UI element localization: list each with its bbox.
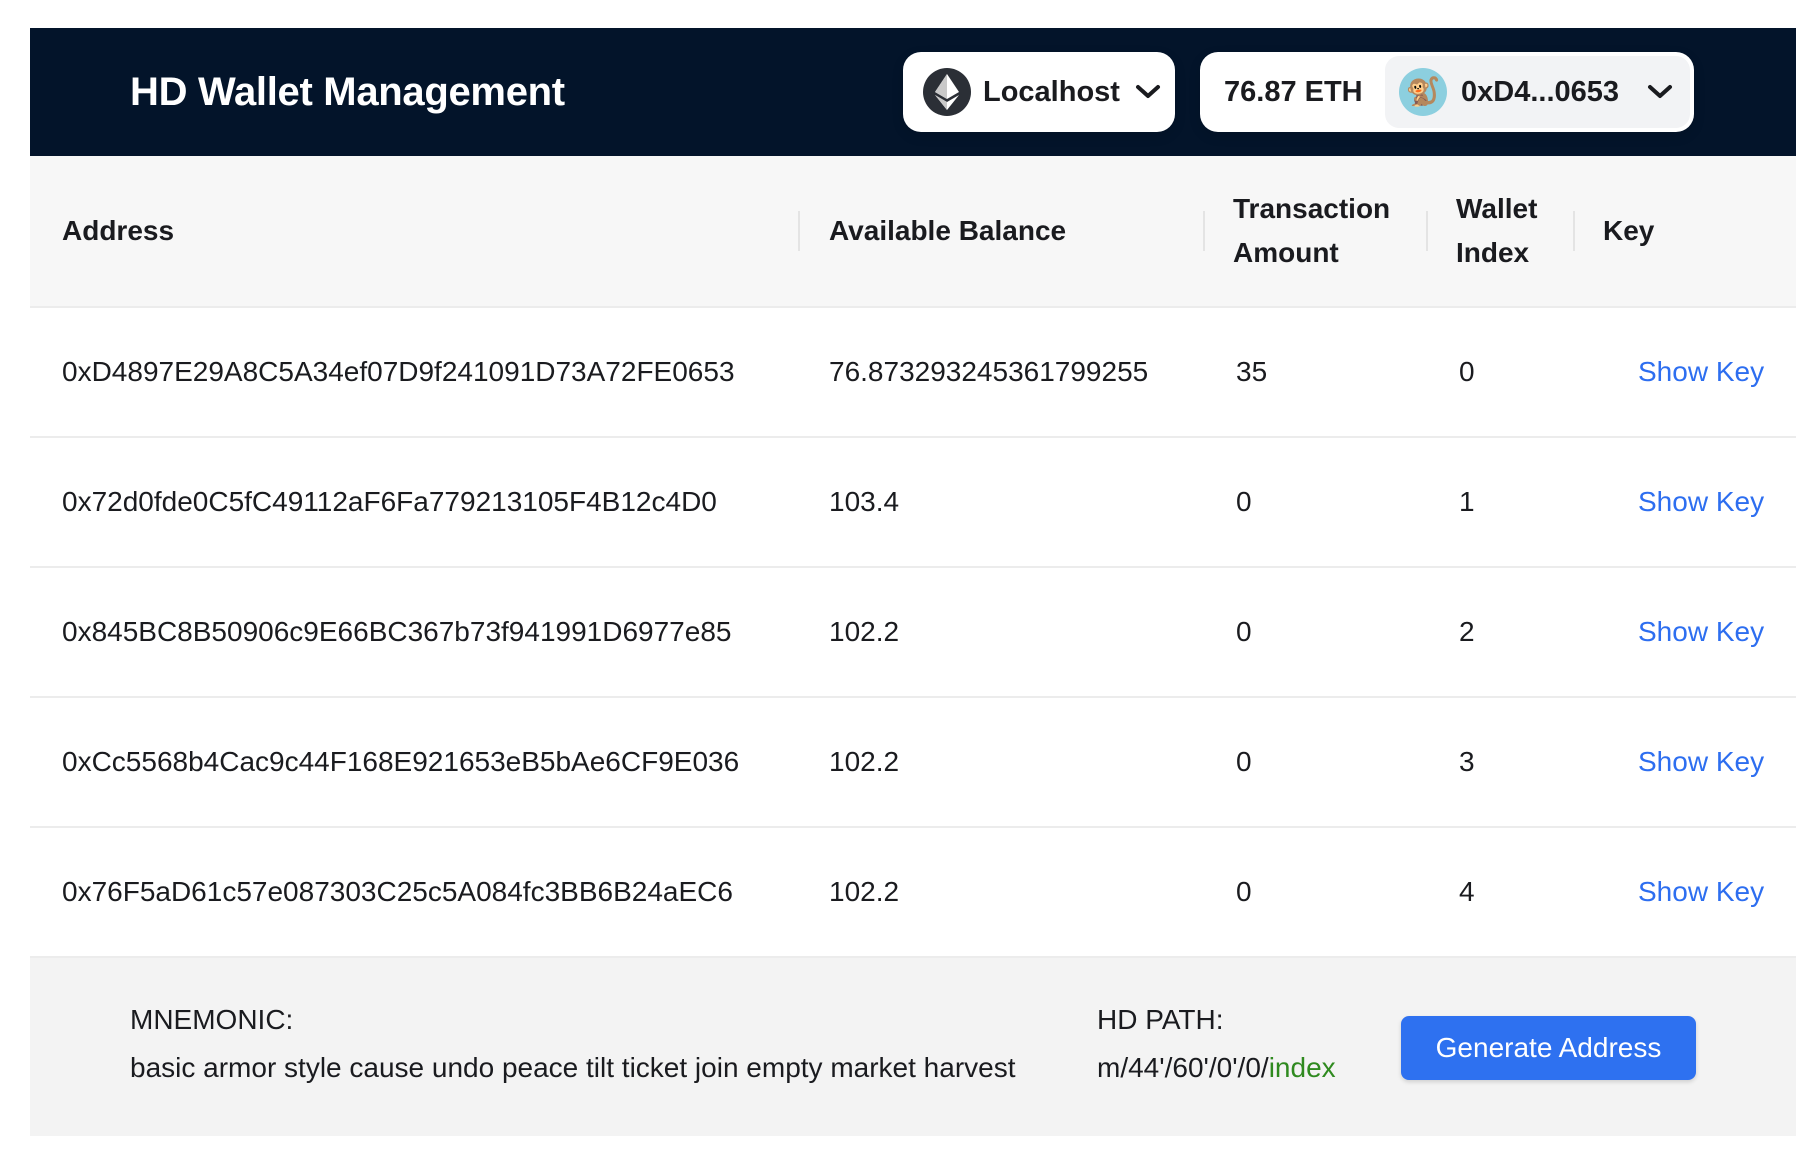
row-address: 0x72d0fde0C5fC49112aF6Fa779213105F4B12c4…	[62, 486, 717, 517]
network-name: Localhost	[983, 76, 1120, 108]
row-wallet-index: 4	[1459, 876, 1475, 907]
column-divider	[1573, 211, 1575, 251]
chevron-down-icon	[1648, 85, 1672, 98]
account-balance: 76.87 ETH	[1224, 76, 1363, 108]
row-address: 0xD4897E29A8C5A34ef07D9f241091D73A72FE06…	[62, 356, 735, 387]
row-address: 0x76F5aD61c57e087303C25c5A084fc3BB6B24aE…	[62, 876, 733, 907]
row-wallet-index: 0	[1459, 356, 1475, 387]
table-header: Address Available Balance Transaction Amo…	[30, 156, 1796, 308]
mnemonic-label: MNEMONIC:	[130, 1004, 294, 1035]
row-transaction-amount: 0	[1236, 876, 1252, 907]
row-balance: 102.2	[829, 876, 900, 907]
hd-path-prefix: m/44'/60'/0'/0/	[1097, 1052, 1269, 1083]
row-wallet-index: 3	[1459, 746, 1475, 777]
row-address: 0xCc5568b4Cac9c44F168E921653eB5bAe6CF9E0…	[62, 746, 740, 777]
account-button[interactable]: 🐒 0xD4...0653	[1385, 56, 1690, 128]
column-header-address: Address	[62, 215, 175, 246]
hd-path-label: HD PATH:	[1097, 1004, 1224, 1035]
monkey-avatar-icon: 🐒	[1399, 68, 1447, 116]
row-wallet-index: 2	[1459, 616, 1475, 647]
table-row: 0x72d0fde0C5fC49112aF6Fa779213105F4B12c4…	[30, 438, 1796, 568]
ethereum-icon	[923, 68, 971, 116]
show-key-link[interactable]: Show Key	[1638, 438, 1764, 566]
row-transaction-amount: 0	[1236, 616, 1252, 647]
account-widget: 76.87 ETH 🐒 0xD4...0653	[1200, 52, 1694, 132]
row-balance: 76.873293245361799255	[829, 356, 1149, 387]
column-header-balance: Available Balance	[829, 215, 1067, 246]
table-row: 0xCc5568b4Cac9c44F168E921653eB5bAe6CF9E0…	[30, 698, 1796, 828]
app-header: HD Wallet Management Localhost 76.87 ETH…	[30, 28, 1796, 156]
account-address: 0xD4...0653	[1461, 76, 1620, 108]
column-divider	[1426, 211, 1428, 251]
row-transaction-amount: 0	[1236, 746, 1252, 777]
table-row: 0x845BC8B50906c9E66BC367b73f941991D6977e…	[30, 568, 1796, 698]
column-header-transaction-amount: Transaction Amount	[1233, 193, 1391, 268]
row-balance: 102.2	[829, 616, 900, 647]
page-title: HD Wallet Management	[130, 70, 565, 114]
row-address: 0x845BC8B50906c9E66BC367b73f941991D6977e…	[62, 616, 732, 647]
wallet-app: HD Wallet Management Localhost 76.87 ETH…	[30, 28, 1796, 1136]
column-header-wallet-index: Wallet Index	[1456, 193, 1538, 268]
row-balance: 102.2	[829, 746, 900, 777]
table-row: 0xD4897E29A8C5A34ef07D9f241091D73A72FE06…	[30, 308, 1796, 438]
row-wallet-index: 1	[1459, 486, 1475, 517]
show-key-link[interactable]: Show Key	[1638, 308, 1764, 436]
hd-path-value: m/44'/60'/0'/0/index	[1097, 1052, 1336, 1084]
generate-address-button[interactable]: Generate Address	[1401, 1016, 1696, 1080]
hd-path-index: index	[1268, 1052, 1336, 1083]
show-key-link[interactable]: Show Key	[1638, 828, 1764, 956]
row-transaction-amount: 0	[1236, 486, 1252, 517]
table-row: 0x76F5aD61c57e087303C25c5A084fc3BB6B24aE…	[30, 828, 1796, 958]
column-divider	[1203, 211, 1205, 251]
mnemonic-phrase: basic armor style cause undo peace tilt …	[130, 1052, 1016, 1083]
column-header-key: Key	[1603, 215, 1655, 246]
row-balance: 103.4	[829, 486, 900, 517]
column-divider	[798, 211, 800, 251]
row-transaction-amount: 35	[1236, 356, 1268, 387]
network-selector[interactable]: Localhost	[903, 52, 1175, 132]
show-key-link[interactable]: Show Key	[1638, 568, 1764, 696]
mnemonic-panel: MNEMONIC: basic armor style cause undo p…	[30, 958, 1796, 1136]
show-key-link[interactable]: Show Key	[1638, 698, 1764, 826]
chevron-down-icon	[1136, 85, 1160, 98]
